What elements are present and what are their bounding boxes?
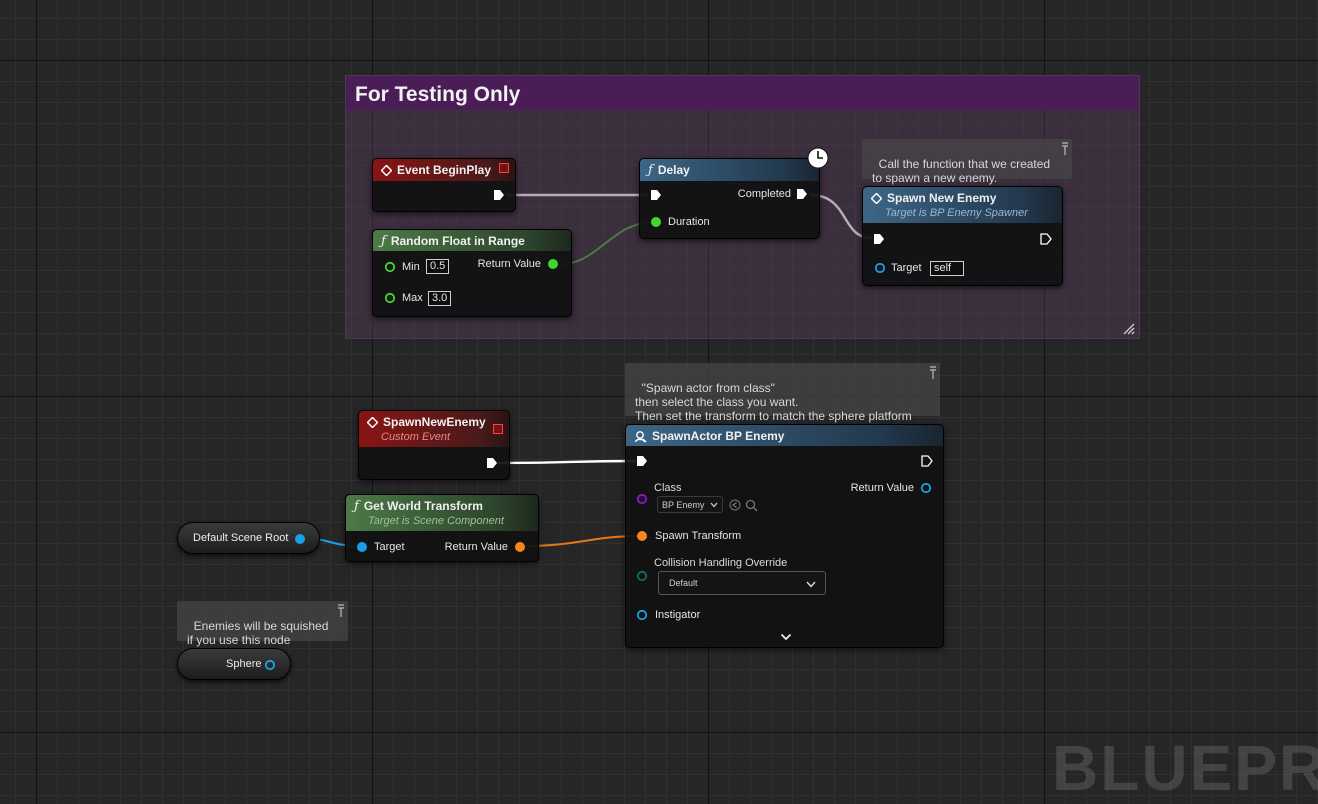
chevron-down-icon xyxy=(806,581,816,588)
duration-label: Duration xyxy=(668,216,710,228)
collision-label: Collision Handling Override xyxy=(654,557,788,569)
instigator-label: Instigator xyxy=(655,609,701,621)
spawn-transform-label: Spawn Transform xyxy=(655,530,742,542)
node-title: SpawnNewEnemy xyxy=(383,415,486,429)
exec-out-pin[interactable] xyxy=(921,455,933,467)
node-title: Event BeginPlay xyxy=(397,163,492,177)
event-diamond-icon xyxy=(367,416,378,428)
clock-icon xyxy=(807,147,829,169)
class-pin[interactable] xyxy=(636,493,648,505)
function-icon: ƒ xyxy=(381,233,386,249)
get-world-transform-node[interactable]: ƒ Get World Transform Target is Scene Co… xyxy=(345,494,539,562)
node-subtitle: Target is BP Enemy Spawner xyxy=(885,207,1028,219)
comment-bubble-spawn-actor[interactable]: "Spawn actor from class" then select the… xyxy=(625,363,940,423)
object-pin-target[interactable] xyxy=(874,262,886,274)
expand-chevron-icon[interactable] xyxy=(780,633,792,641)
target-label: Target xyxy=(374,541,405,553)
exec-wire-custom-event-spawnactor[interactable] xyxy=(495,459,637,465)
pin-icon[interactable] xyxy=(929,366,937,380)
object-out-pin[interactable] xyxy=(294,533,306,545)
float-return-pin[interactable] xyxy=(547,258,559,270)
function-icon: ƒ xyxy=(648,162,653,178)
target-value-field[interactable]: self xyxy=(930,261,965,276)
delegate-pin-icon[interactable] xyxy=(499,163,509,173)
collision-value: Default xyxy=(669,578,698,588)
transform-return-pin[interactable] xyxy=(514,541,526,553)
exec-in-pin[interactable] xyxy=(636,455,648,467)
node-title: Delay xyxy=(657,163,690,177)
completed-label: Completed xyxy=(737,188,791,200)
comment-bubble-sphere[interactable]: Enemies will be squished if you use this… xyxy=(177,601,348,647)
class-label: Class xyxy=(654,482,682,494)
function-icon: ƒ xyxy=(354,498,359,514)
node-title: Random Float in Range xyxy=(390,234,525,248)
object-pin-instigator[interactable] xyxy=(636,609,648,621)
pin-icon[interactable] xyxy=(1061,142,1069,156)
return-value-label: Return Value xyxy=(477,258,541,270)
spawnactor-node[interactable]: SpawnActor BP Enemy Class BP Enemy Retur… xyxy=(625,424,944,648)
min-value-field[interactable]: 0.5 xyxy=(426,259,450,274)
class-select[interactable]: BP Enemy xyxy=(657,496,723,513)
float-pin-max[interactable] xyxy=(384,292,396,304)
max-label: Max xyxy=(402,292,423,304)
node-title: SpawnActor BP Enemy xyxy=(652,429,785,443)
search-icon[interactable] xyxy=(745,499,758,512)
comment-title[interactable]: For Testing Only xyxy=(346,76,1139,110)
transform-wire-return-spawn-transform[interactable] xyxy=(521,535,641,547)
exec-out-pin[interactable] xyxy=(1040,233,1052,245)
random-float-in-range-node[interactable]: ƒ Random Float in Range Min 0.5 Max 3.0 … xyxy=(372,229,572,317)
min-label: Min xyxy=(402,261,420,273)
chevron-down-icon xyxy=(710,502,718,508)
return-value-label: Return Value xyxy=(850,482,914,494)
collision-select[interactable]: Default xyxy=(658,571,826,595)
comment-bubble-spawn[interactable]: Call the function that we created to spa… xyxy=(862,139,1072,185)
float-pin-min[interactable] xyxy=(384,261,396,273)
object-pin-target[interactable] xyxy=(356,541,368,553)
variable-label: Default Scene Root xyxy=(193,532,289,544)
variable-label: Sphere xyxy=(226,658,262,670)
object-return-pin[interactable] xyxy=(920,482,932,494)
resize-grip-icon[interactable] xyxy=(1123,323,1135,335)
delay-node[interactable]: ƒ Delay Completed Duration xyxy=(639,147,829,239)
delegate-pin-icon[interactable] xyxy=(493,424,503,434)
target-label: Target xyxy=(891,262,922,274)
object-out-pin[interactable] xyxy=(264,659,276,671)
event-beginplay-node[interactable]: Event BeginPlay xyxy=(372,158,516,212)
spawn-new-enemy-node[interactable]: Spawn New Enemy Target is BP Enemy Spawn… xyxy=(862,186,1063,286)
exec-in-pin[interactable] xyxy=(873,233,885,245)
sphere-variable-node[interactable]: Sphere xyxy=(177,648,291,680)
event-diamond-icon xyxy=(381,164,392,176)
return-value-label: Return Value xyxy=(444,541,508,553)
spawn-actor-icon xyxy=(634,430,647,442)
exec-out-pin[interactable] xyxy=(486,457,498,469)
default-scene-root-node[interactable]: Default Scene Root xyxy=(177,522,320,554)
exec-out-pin[interactable] xyxy=(796,188,808,200)
browse-back-icon[interactable] xyxy=(729,499,741,511)
class-value: BP Enemy xyxy=(662,499,705,510)
node-title: Spawn New Enemy xyxy=(887,191,997,205)
custom-event-node[interactable]: SpawnNewEnemy Custom Event xyxy=(358,410,510,480)
collision-pin[interactable] xyxy=(636,570,648,582)
pin-icon[interactable] xyxy=(337,604,345,618)
float-pin-duration[interactable] xyxy=(650,216,662,228)
node-title: Get World Transform xyxy=(363,499,483,513)
blueprint-watermark: BLUEPRINT xyxy=(1052,732,1318,804)
node-subtitle: Target is Scene Component xyxy=(368,515,504,527)
node-subtitle: Custom Event xyxy=(381,431,451,443)
transform-pin-spawn[interactable] xyxy=(636,530,648,542)
exec-in-pin[interactable] xyxy=(650,189,662,201)
max-value-field[interactable]: 3.0 xyxy=(428,291,452,306)
event-diamond-icon xyxy=(871,192,882,204)
exec-out-pin[interactable] xyxy=(493,189,505,201)
note-text: Enemies will be squished if you use this… xyxy=(187,619,329,647)
note-text: "Spawn actor from class" then select the… xyxy=(635,381,912,423)
